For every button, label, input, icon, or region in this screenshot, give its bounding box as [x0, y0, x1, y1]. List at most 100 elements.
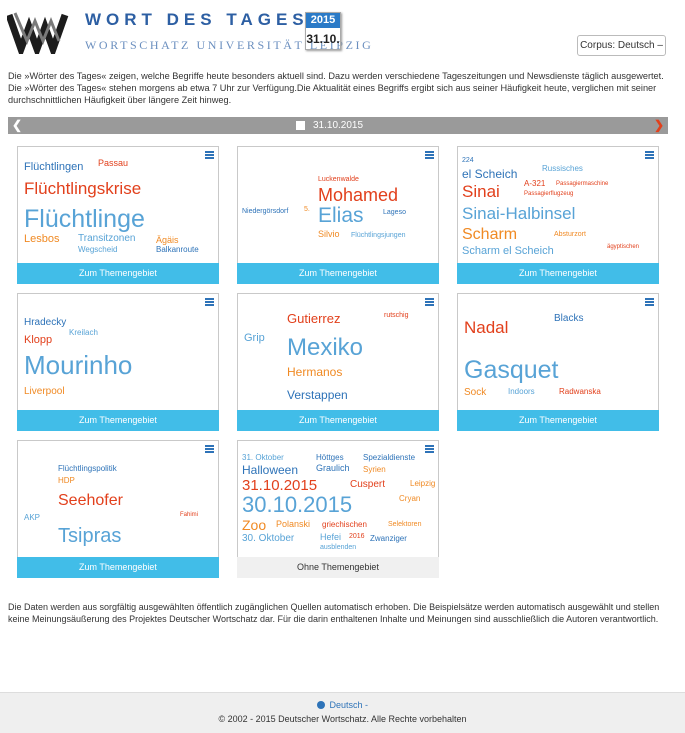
cloud-word[interactable]: Elias — [318, 205, 364, 226]
cloud-word[interactable]: Blacks — [554, 314, 583, 324]
cloud-word[interactable]: Wegscheid — [78, 246, 117, 254]
topic-card: 31. Oktober Höttges Spezialdienste Hallo… — [237, 440, 439, 578]
cloud-word[interactable]: Nadal — [464, 319, 508, 336]
current-date: 31.10.2015 — [313, 120, 364, 131]
topic-button[interactable]: Zum Themengebiet — [17, 410, 219, 431]
cloud-word[interactable]: Absturzort — [554, 231, 586, 238]
cloud-word[interactable]: Hermanos — [287, 366, 342, 378]
cloud-word[interactable]: Polanski — [276, 520, 310, 529]
word-cloud: Gutierrez rutschig Grip Mexiko Hermanos … — [238, 294, 438, 408]
cloud-word[interactable]: Niedergörsdorf — [242, 208, 288, 215]
calendar-year: 2015 — [306, 13, 340, 28]
cloud-word[interactable]: Flüchtlinge — [24, 207, 145, 232]
cloud-word[interactable]: Seehofer — [58, 493, 123, 509]
cloud-word[interactable]: ägyptischen — [607, 244, 639, 250]
cloud-word[interactable]: Zoo — [242, 518, 266, 532]
cloud-word[interactable]: Hefei — [320, 533, 341, 542]
cloud-word[interactable]: 31. Oktober — [242, 454, 284, 462]
cloud-word[interactable]: Gasquet — [464, 358, 559, 383]
cloud-word[interactable]: AKP — [24, 514, 40, 522]
topic-card: Flüchtlingen Passau Flüchtlingskrise Flü… — [17, 146, 219, 284]
topic-card: Blacks Nadal Gasquet Sock Indoors Radwan… — [457, 293, 659, 431]
topic-button[interactable]: Zum Themengebiet — [237, 410, 439, 431]
cloud-word[interactable]: Cryan — [399, 495, 420, 503]
cloud-word[interactable]: Verstappen — [287, 389, 348, 401]
cloud-word[interactable]: Balkanroute — [156, 246, 199, 254]
cloud-word[interactable]: Flüchtlingskrise — [24, 180, 141, 197]
topic-card: Hradecky Kreilach Klopp Mourinho Liverpo… — [17, 293, 219, 431]
logo-title[interactable]: WORT DES TAGES — [85, 10, 309, 30]
cloud-word[interactable]: 30. Oktober — [242, 534, 294, 544]
cloud-word[interactable]: Transitzonen — [78, 234, 135, 244]
cloud-word[interactable]: Grip — [244, 333, 265, 344]
cloud-word[interactable]: Klopp — [24, 335, 52, 346]
word-cloud: 224 Russisches el Scheich A-321 Passagie… — [458, 147, 658, 261]
calendar-day: 31.10. — [306, 32, 340, 46]
cloud-word[interactable]: Flüchtlingsjungen — [351, 232, 405, 239]
cloud-word[interactable]: Lageso — [383, 209, 406, 216]
cloud-word[interactable]: griechischen — [322, 521, 367, 529]
cloud-word[interactable]: Hradecky — [24, 318, 66, 328]
cloud-word[interactable]: 5. — [304, 206, 310, 213]
cloud-word[interactable]: Gutierrez — [287, 312, 340, 325]
cloud-word[interactable]: Kreilach — [69, 329, 98, 337]
cloud-word[interactable]: Radwanska — [559, 388, 601, 396]
cloud-word[interactable]: Cuspert — [350, 480, 385, 490]
cloud-word[interactable]: Indoors — [508, 388, 535, 396]
cloud-word[interactable]: Zwanziger — [370, 535, 407, 543]
cloud-word[interactable]: 2016 — [349, 533, 365, 540]
cloud-word[interactable]: A-321 — [524, 180, 545, 188]
cloud-word[interactable]: Höttges — [316, 454, 344, 462]
cloud-word[interactable]: Passagiermaschine — [556, 181, 608, 187]
cloud-word[interactable]: Halloween — [242, 464, 298, 476]
calendar-badge: 2015 31.10. — [305, 12, 341, 50]
topic-button[interactable]: Zum Themengebiet — [237, 263, 439, 284]
cloud-word[interactable]: Russisches — [542, 165, 583, 173]
cloud-word[interactable]: Sinai — [462, 183, 500, 200]
topic-button[interactable]: Zum Themengebiet — [17, 263, 219, 284]
cloud-word[interactable]: el Scheich — [462, 168, 517, 180]
corpus-dropdown-button[interactable]: Corpus: Deutsch – — [577, 35, 666, 56]
cloud-word[interactable]: Spezialdienste — [363, 454, 415, 462]
cloud-word[interactable]: Scharm — [462, 227, 517, 243]
cloud-word[interactable]: 31.10.2015 — [242, 478, 317, 493]
cloud-word[interactable]: HDP — [58, 477, 75, 485]
cloud-word[interactable]: Sock — [464, 388, 486, 398]
globe-icon — [316, 701, 325, 709]
topic-button[interactable]: Zum Themengebiet — [457, 263, 659, 284]
cloud-word[interactable]: Silvio — [318, 230, 340, 239]
language-selector[interactable]: Deutsch - — [0, 700, 685, 710]
cloud-word[interactable]: Ägäis — [156, 236, 179, 245]
cloud-word[interactable]: Mexiko — [287, 336, 363, 360]
cloud-word[interactable]: Passagierflugzeug — [524, 191, 573, 197]
cloud-word[interactable]: Flüchtlingen — [24, 162, 83, 173]
cloud-word[interactable]: Graulich — [316, 464, 350, 473]
cloud-word[interactable]: 30.10.2015 — [242, 494, 352, 516]
cloud-word[interactable]: Fahimi — [180, 512, 198, 518]
chevron-right-icon[interactable]: ❯ — [654, 118, 664, 133]
cloud-word[interactable]: Flüchtlingspolitik — [58, 465, 117, 473]
cloud-word[interactable]: Mohamed — [318, 186, 398, 204]
cloud-word[interactable]: Luckenwalde — [318, 176, 359, 183]
cloud-word[interactable]: ausblenden — [320, 544, 356, 551]
cloud-word[interactable]: Liverpool — [24, 387, 65, 397]
topic-button[interactable]: Zum Themengebiet — [17, 557, 219, 578]
cloud-word[interactable]: Sinai-Halbinsel — [462, 205, 575, 222]
cloud-word[interactable]: Scharm el Scheich — [462, 246, 554, 257]
cloud-word[interactable]: 224 — [462, 157, 474, 164]
cloud-word[interactable]: rutschig — [384, 312, 409, 319]
logo-icon[interactable] — [7, 7, 73, 54]
word-cloud: Luckenwalde Mohamed Niedergörsdorf 5. El… — [238, 147, 438, 261]
cloud-word[interactable]: Passau — [98, 159, 128, 168]
chevron-left-icon[interactable]: ❮ — [12, 118, 22, 133]
date-navigation-bar: ❮ 31.10.2015 ❯ — [8, 117, 668, 134]
cloud-word[interactable]: Mourinho — [24, 352, 132, 378]
topic-card: 224 Russisches el Scheich A-321 Passagie… — [457, 146, 659, 284]
cloud-word[interactable]: Leipzig — [410, 480, 435, 488]
topic-card: Flüchtlingspolitik HDP Seehofer AKP Fahi… — [17, 440, 219, 578]
cloud-word[interactable]: Tsipras — [58, 526, 121, 546]
cloud-word[interactable]: Selektoren — [388, 521, 421, 528]
cloud-word[interactable]: Lesbos — [24, 234, 59, 245]
topic-button[interactable]: Zum Themengebiet — [457, 410, 659, 431]
cloud-word[interactable]: Syrien — [363, 466, 386, 474]
